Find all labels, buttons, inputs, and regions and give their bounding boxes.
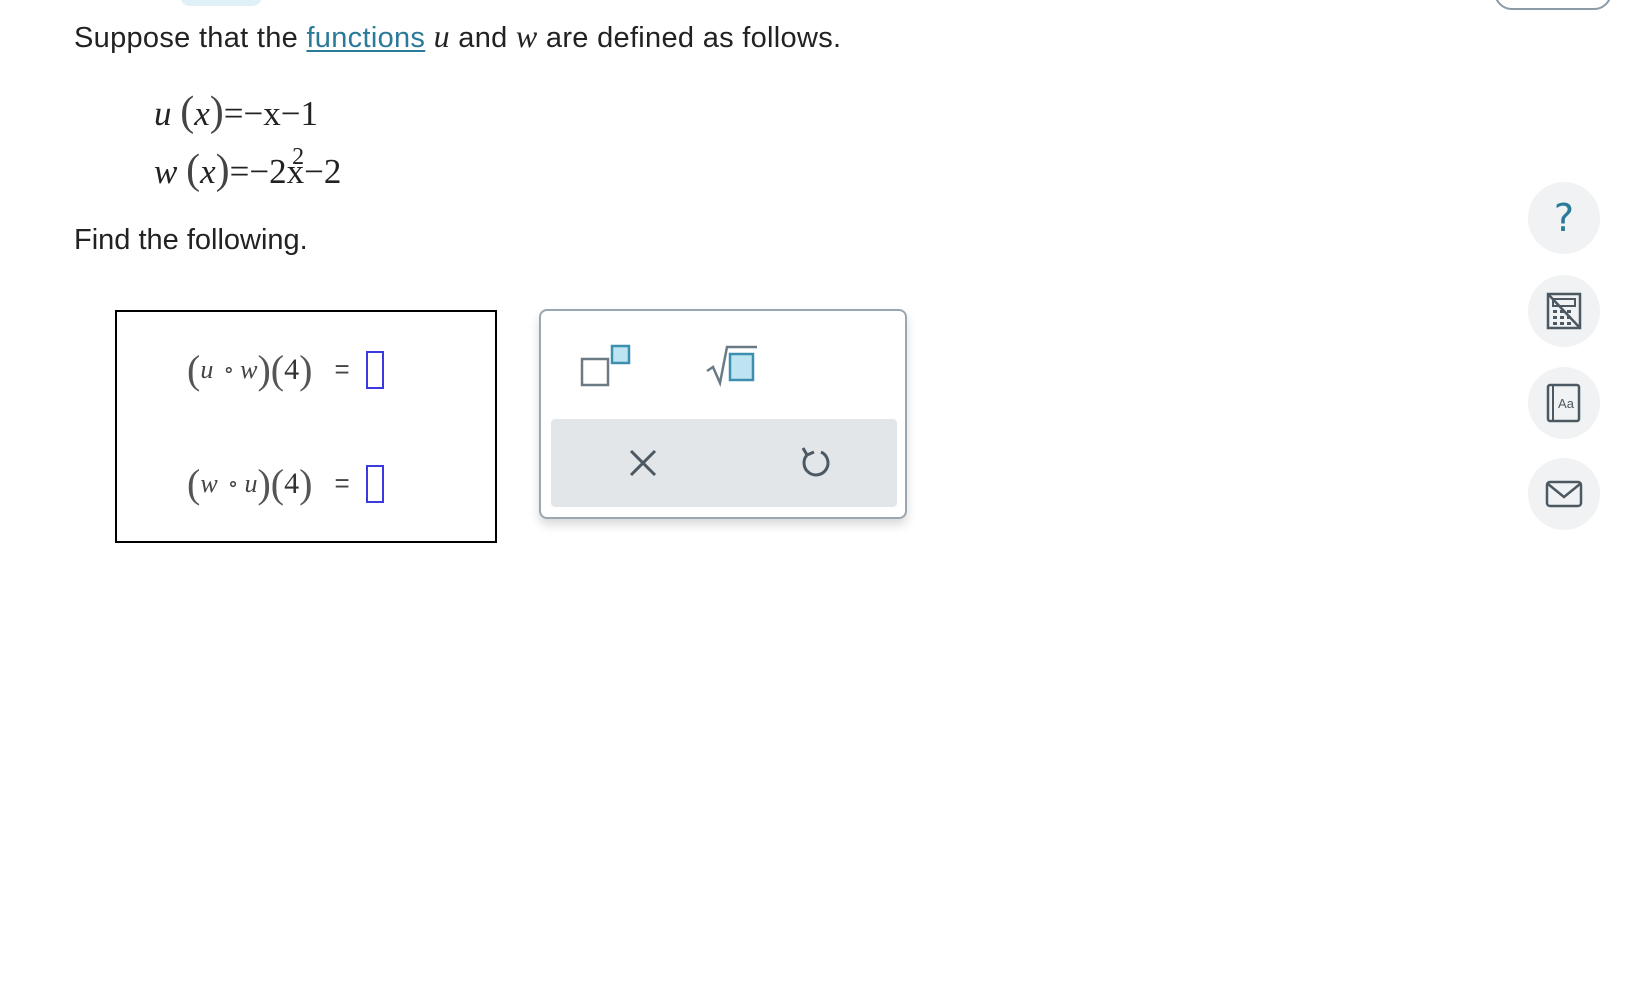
def-w-exponent: 2	[292, 144, 305, 171]
top-tab-pill[interactable]	[180, 0, 262, 6]
and-text: and	[449, 22, 516, 54]
top-right-button[interactable]	[1494, 0, 1612, 10]
calculator-button[interactable]	[1528, 275, 1600, 347]
composition-inner: w	[240, 354, 258, 384]
compose-operator: ∘	[223, 356, 235, 382]
problem-statement: Suppose that the functions u and w are d…	[74, 18, 841, 55]
intro-tail: are defined as follows.	[537, 22, 842, 54]
answer-input-2[interactable]	[365, 464, 384, 503]
find-instruction: Find the following.	[74, 224, 308, 256]
answer-input-1[interactable]	[365, 350, 384, 389]
def-u-rhs: =−x−1	[223, 94, 319, 133]
composition-arg: 4	[284, 466, 300, 500]
dictionary-button[interactable]: Aa	[1528, 367, 1600, 439]
definition-u: u (x)=−x−1	[154, 89, 319, 135]
clear-icon[interactable]	[621, 441, 665, 485]
def-u-arg: x	[194, 94, 210, 133]
composition-outer: w	[200, 468, 218, 498]
answer-row-u-of-w: (u ∘ w)(4) =	[187, 346, 384, 393]
definition-w: w (x)=−2x2−2	[154, 144, 342, 193]
def-w-rhs-b: −2	[304, 152, 342, 191]
dictionary-glyph: Aa	[1558, 396, 1575, 411]
superscript-icon[interactable]	[579, 343, 635, 391]
answer-box: (u ∘ w)(4) = (w ∘ u)(4) =	[115, 310, 497, 543]
calculator-icon	[1546, 292, 1582, 330]
answer-row-w-of-u: (w ∘ u)(4) =	[187, 460, 384, 507]
def-w-arg: x	[200, 152, 216, 191]
def-w-name: w	[154, 152, 178, 191]
dictionary-icon: Aa	[1546, 383, 1581, 423]
undo-icon[interactable]	[793, 441, 837, 485]
def-u-name: u	[154, 94, 172, 133]
compose-operator: ∘	[227, 470, 239, 496]
square-root-icon[interactable]	[705, 341, 761, 389]
functions-link[interactable]: functions	[306, 22, 425, 54]
var-u: u	[433, 18, 450, 54]
composition-arg: 4	[284, 352, 300, 386]
message-button[interactable]	[1528, 458, 1600, 530]
composition-outer: u	[200, 354, 214, 384]
equals-sign: =	[334, 354, 350, 384]
equals-sign: =	[334, 468, 350, 498]
var-w: w	[515, 18, 538, 54]
palette-actions	[551, 419, 897, 507]
intro-text: Suppose that the	[74, 22, 307, 54]
mail-icon	[1545, 480, 1583, 508]
help-button[interactable]: ?	[1528, 182, 1600, 254]
question-icon: ?	[1553, 196, 1575, 240]
math-palette	[539, 309, 907, 519]
composition-inner: u	[244, 468, 258, 498]
